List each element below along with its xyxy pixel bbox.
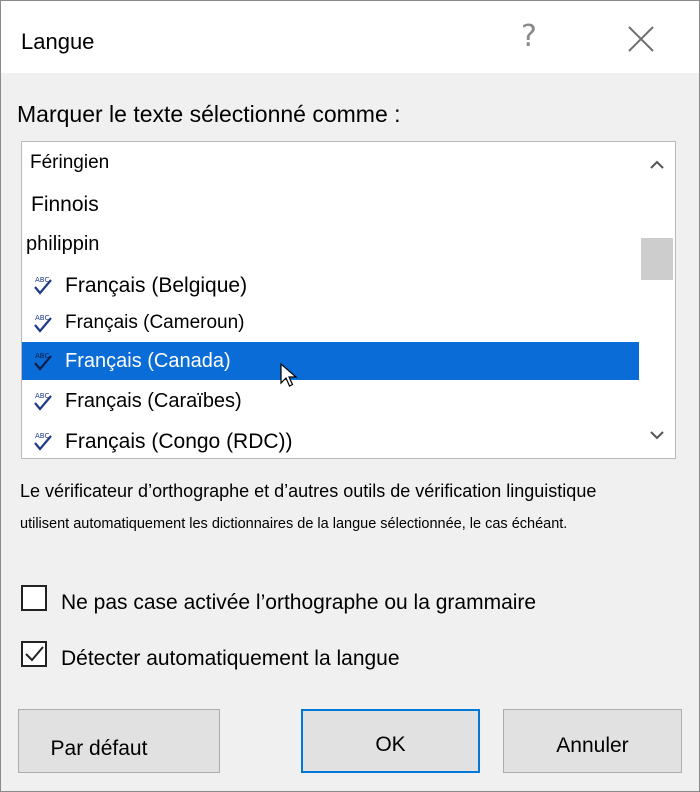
list-scrollbar[interactable] [639,142,675,458]
language-item-label: philippin [26,233,100,255]
spell-check-icon: ABC [34,314,52,333]
mouse-pointer-icon [280,363,298,387]
language-listbox[interactable]: Féringien Finnois philippin ABC Français… [21,141,676,459]
default-button-label: Par défaut [50,737,148,760]
language-item[interactable]: ABC Français (Congo (RDC)) [22,422,639,458]
chevron-up-icon [650,160,664,169]
auto-detect-label[interactable]: Détecter automatiquement la langue [61,647,400,671]
language-item-label: Français (Congo (RDC)) [65,430,293,453]
scroll-up-button[interactable] [639,150,675,180]
language-item[interactable]: Féringien [22,144,639,182]
dialog-title: Langue [21,29,95,54]
language-dialog: Langue ? Marquer le texte sélectionné co… [0,0,700,792]
ok-button[interactable]: OK [301,709,480,773]
no-proofing-label[interactable]: Ne pas case activée l’orthographe ou la … [61,591,536,615]
description-line-1: Le vérificateur d’orthographe et d’autre… [20,481,597,501]
language-item-label: Finnois [31,193,99,216]
description-line-2: utilisent automatiquement les dictionnai… [20,516,568,532]
language-item[interactable]: ABC Français (Caraïbes) [22,382,639,420]
list-prompt-label: Marquer le texte sélectionné comme : [17,101,401,127]
language-list: Féringien Finnois philippin ABC Français… [22,142,639,458]
language-item-label: Français (Belgique) [65,274,248,297]
language-item[interactable]: Finnois [22,185,639,223]
language-item-selected[interactable]: ABC Français (Canada) [22,342,639,380]
spell-check-icon: ABC [34,352,52,371]
language-item[interactable]: ABC Français (Belgique) [22,266,639,304]
language-item-label: Français (Caraïbes) [65,390,242,412]
no-proofing-checkbox[interactable] [21,585,47,611]
spell-check-icon: ABC [34,276,52,295]
scroll-down-button[interactable] [639,420,675,450]
language-item[interactable]: ABC Français (Cameroun) [22,304,639,342]
ok-button-label: OK [375,733,406,756]
scroll-thumb[interactable] [641,238,673,280]
cancel-button[interactable]: Annuler [503,709,682,773]
close-icon [628,26,654,52]
spell-check-icon: ABC [34,432,52,451]
checkmark-icon [25,646,44,662]
auto-detect-checkbox[interactable] [21,641,47,667]
close-button[interactable] [623,21,659,57]
language-item-label: Français (Cameroun) [65,312,245,333]
cancel-button-label: Annuler [556,734,629,757]
language-item[interactable]: philippin [22,225,639,263]
chevron-down-icon [650,431,664,440]
help-button[interactable]: ? [521,19,537,54]
spell-check-icon: ABC [34,392,52,411]
title-bar: Langue ? [1,1,699,73]
language-item-label: Féringien [30,152,110,173]
default-button[interactable]: Par défaut [18,709,220,773]
language-item-label: Français (Canada) [65,350,231,372]
